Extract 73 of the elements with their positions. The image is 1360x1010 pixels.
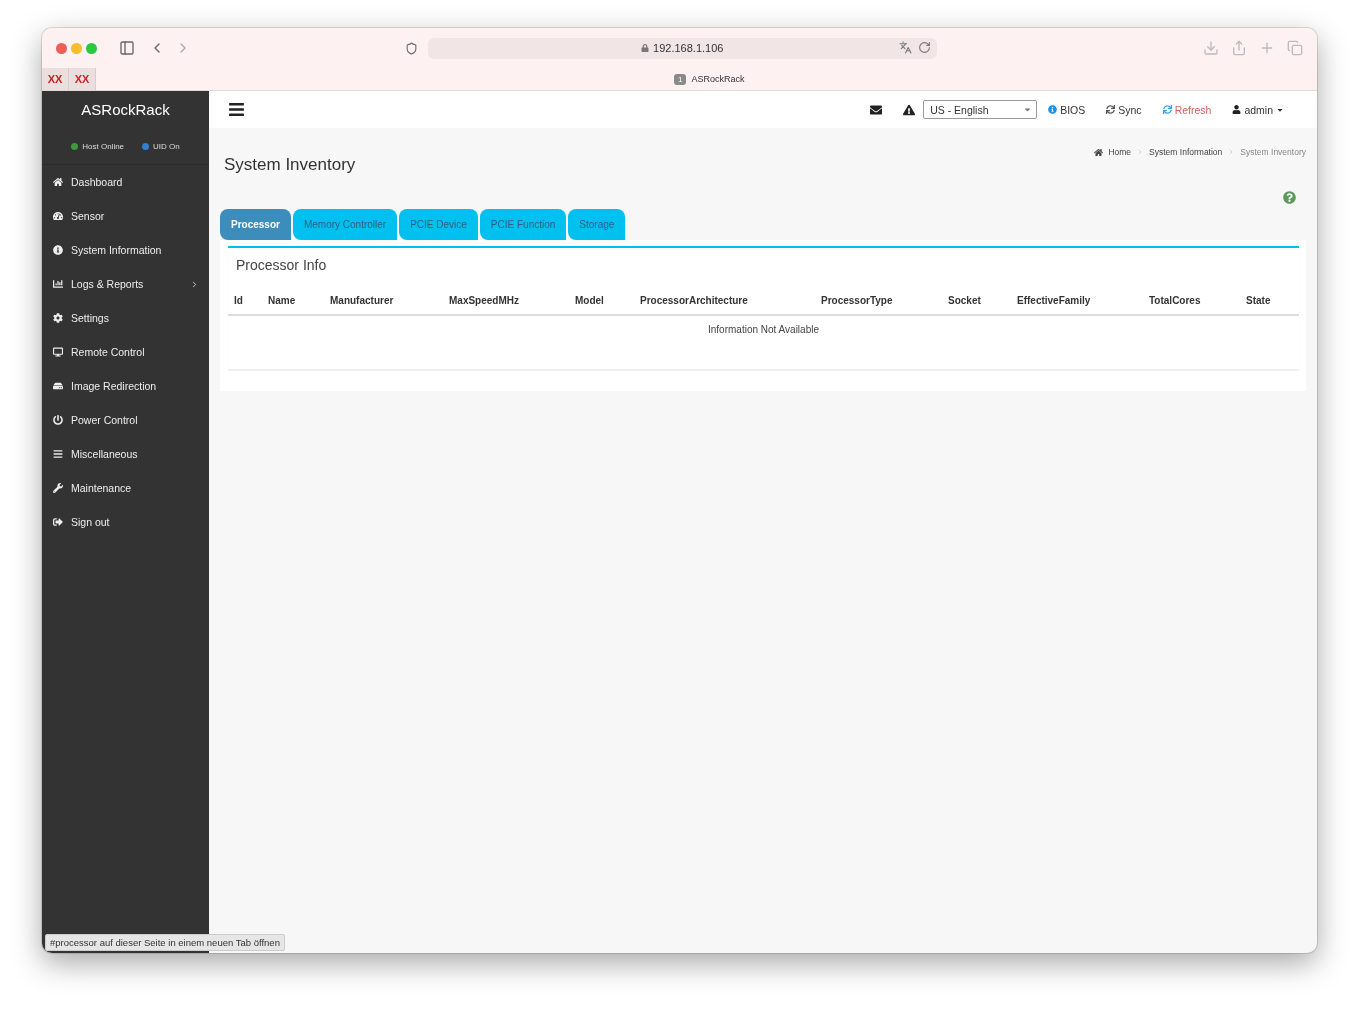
menu-icon — [53, 449, 63, 459]
language-select[interactable]: US - English — [923, 100, 1038, 119]
close-button[interactable] — [56, 42, 67, 54]
zoom-button[interactable] — [85, 42, 97, 54]
sidebar-item[interactable]: Power Control — [42, 403, 209, 437]
warning-icon[interactable] — [903, 103, 916, 116]
column-header: Model — [574, 294, 605, 308]
sidebar-item[interactable]: Settings — [42, 301, 209, 335]
user-icon — [1232, 105, 1242, 114]
column-header: Socket — [947, 294, 982, 308]
translate-icon[interactable] — [899, 40, 912, 54]
tab-count: 1 — [674, 73, 687, 85]
status-label: Host Online — [82, 141, 125, 151]
help-icon[interactable] — [1283, 191, 1296, 204]
breadcrumb-link[interactable]: System Information — [1149, 147, 1223, 157]
info-icon — [53, 245, 63, 255]
bookmark[interactable]: XX — [42, 68, 69, 90]
share-icon[interactable] — [1231, 40, 1247, 56]
shield-icon[interactable] — [404, 41, 418, 55]
sidebar-item[interactable]: Logs & Reports — [42, 267, 209, 301]
sidebar-item[interactable]: Sensor — [42, 199, 209, 233]
toolbar-link[interactable]: BIOS — [1048, 103, 1086, 116]
sign-out-icon — [53, 517, 63, 527]
sidebar-item[interactable]: Remote Control — [42, 335, 209, 369]
wrench-icon — [53, 483, 63, 493]
tab[interactable]: Processor — [220, 209, 291, 240]
bar-chart-icon — [53, 279, 63, 289]
column-header: Manufacturer — [329, 294, 395, 308]
status-label: UID On — [153, 141, 180, 151]
sidebar-item[interactable]: Miscellaneous — [42, 437, 209, 471]
column-header: ProcessorType — [820, 294, 894, 308]
sidebar-item[interactable]: System Information — [42, 233, 209, 267]
column-header: State — [1245, 294, 1272, 308]
caret-icon — [1023, 105, 1033, 114]
toolbar-link[interactable]: Sync — [1106, 103, 1142, 116]
column-header: MaxSpeedMHz — [448, 294, 520, 308]
brand-name: ASRockRack — [80, 100, 171, 120]
column-header: Id — [233, 294, 244, 308]
house-icon — [53, 177, 63, 187]
empty-message: Information Not Available — [707, 323, 820, 337]
sidebar-item[interactable]: Sign out — [42, 505, 209, 539]
column-header: TotalCores — [1148, 294, 1202, 308]
refresh-icon — [1162, 105, 1172, 114]
sidebar-item[interactable]: Image Redirection — [42, 369, 209, 403]
breadcrumb-link[interactable]: Home — [1108, 147, 1132, 157]
gear-icon — [53, 313, 63, 323]
reload-icon[interactable] — [918, 40, 931, 54]
monitor-icon — [53, 347, 63, 357]
toolbar-link[interactable]: Refresh — [1162, 103, 1212, 116]
column-header: Name — [267, 294, 297, 308]
envelope-icon[interactable] — [870, 103, 883, 116]
house-icon — [1094, 147, 1104, 157]
sidebar-icon[interactable] — [118, 40, 135, 56]
download-icon[interactable] — [1203, 40, 1219, 56]
tabs-icon[interactable] — [1287, 40, 1303, 56]
menu-icon[interactable] — [228, 101, 245, 118]
column-header: ProcessorArchitecture — [639, 294, 749, 308]
column-header: EffectiveFamily — [1016, 294, 1092, 308]
status-tooltip: #processor auf dieser Seite in einem neuen Tab öffnen — [45, 934, 285, 951]
power-icon — [53, 415, 63, 425]
sidebar-item[interactable]: Dashboard — [42, 165, 209, 199]
tab-title[interactable]: ASRockRack — [691, 74, 745, 84]
panel-title: Processor Info — [235, 256, 328, 275]
bookmark[interactable]: XX — [69, 68, 96, 90]
gauge-icon — [53, 211, 63, 221]
lock-icon — [641, 44, 650, 52]
info-icon — [1048, 105, 1058, 114]
toolbar-link[interactable]: admin — [1232, 103, 1284, 116]
sync-icon — [1106, 105, 1116, 114]
drive-icon — [53, 381, 63, 391]
address-bar[interactable]: 192.168.1.106 — [427, 37, 937, 59]
sidebar-item[interactable]: Maintenance — [42, 471, 209, 505]
page-title: System Inventory — [224, 155, 356, 175]
